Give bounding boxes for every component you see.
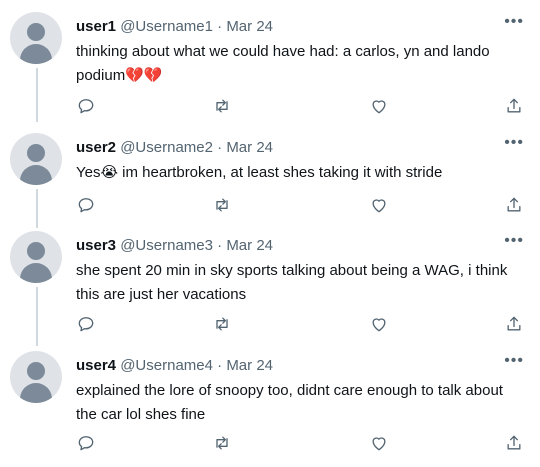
tweet-actions [76, 314, 526, 336]
retweet-icon[interactable] [212, 96, 234, 118]
retweet-icon[interactable] [212, 433, 234, 455]
separator: · [217, 357, 223, 374]
user-handle[interactable]: @Username3 [120, 237, 213, 254]
tweet-header: user2 @Username2 · Mar 24 [76, 139, 273, 159]
more-options-icon[interactable]: ••• [504, 135, 524, 151]
tweet-thread: user1 @Username1 · Mar 24 ••• thinking a… [0, 0, 540, 467]
reply-icon[interactable] [76, 195, 98, 217]
reply-icon[interactable] [76, 433, 98, 455]
retweet-icon[interactable] [212, 195, 234, 217]
thread-connector [36, 68, 38, 122]
tweet-text: she spent 20 min in sky sports talking a… [76, 262, 508, 303]
more-options-icon[interactable]: ••• [504, 233, 524, 249]
share-icon[interactable] [504, 314, 526, 336]
reply-icon[interactable] [76, 96, 98, 118]
tweet-3[interactable]: user3 @Username3 · Mar 24 ••• she spent … [0, 231, 540, 346]
avatar[interactable] [10, 351, 62, 403]
share-icon[interactable] [504, 195, 526, 217]
like-icon[interactable] [369, 96, 391, 118]
avatar[interactable] [10, 231, 62, 283]
separator: · [217, 237, 223, 254]
tweet-text: Yes😭 im heartbroken, at least shes takin… [76, 164, 443, 181]
tweet-actions [76, 433, 526, 455]
display-name[interactable]: user1 [76, 18, 116, 35]
display-name[interactable]: user4 [76, 357, 116, 374]
tweet-text: explained the lore of snoopy too, didnt … [76, 382, 503, 423]
display-name[interactable]: user2 [76, 139, 116, 156]
thread-connector [36, 287, 38, 346]
reply-icon[interactable] [76, 314, 98, 336]
like-icon[interactable] [369, 433, 391, 455]
more-options-icon[interactable]: ••• [504, 353, 524, 369]
tweet-date[interactable]: Mar 24 [226, 139, 273, 156]
tweet-date[interactable]: Mar 24 [226, 237, 273, 254]
tweet-1[interactable]: user1 @Username1 · Mar 24 ••• thinking a… [0, 12, 540, 122]
separator: · [217, 18, 223, 35]
user-handle[interactable]: @Username2 [120, 139, 213, 156]
retweet-icon[interactable] [212, 314, 234, 336]
user-handle[interactable]: @Username4 [120, 357, 213, 374]
tweet-text: thinking about what we could have had: a… [76, 43, 490, 84]
tweet-header: user4 @Username4 · Mar 24 [76, 357, 273, 377]
avatar[interactable] [10, 133, 62, 185]
more-options-icon[interactable]: ••• [504, 14, 524, 30]
user-handle[interactable]: @Username1 [120, 18, 213, 35]
tweet-header: user1 @Username1 · Mar 24 [76, 18, 273, 38]
separator: · [217, 139, 223, 156]
tweet-date[interactable]: Mar 24 [226, 357, 273, 374]
tweet-header: user3 @Username3 · Mar 24 [76, 237, 273, 257]
tweet-4[interactable]: user4 @Username4 · Mar 24 ••• explained … [0, 351, 540, 463]
tweet-actions [76, 195, 526, 217]
tweet-actions [76, 96, 526, 118]
avatar[interactable] [10, 12, 62, 64]
like-icon[interactable] [369, 195, 391, 217]
thread-connector [36, 189, 38, 228]
display-name[interactable]: user3 [76, 237, 116, 254]
like-icon[interactable] [369, 314, 391, 336]
tweet-2[interactable]: user2 @Username2 · Mar 24 ••• Yes😭 im he… [0, 133, 540, 228]
share-icon[interactable] [504, 433, 526, 455]
tweet-date[interactable]: Mar 24 [226, 18, 273, 35]
share-icon[interactable] [504, 96, 526, 118]
